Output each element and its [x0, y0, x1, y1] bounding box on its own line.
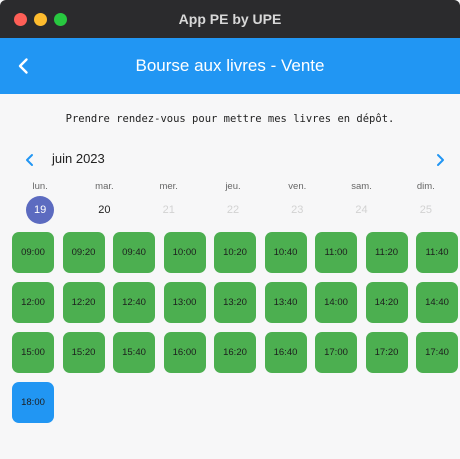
weekday-label: mar.: [95, 181, 114, 192]
day-number: 20: [98, 204, 111, 216]
day-number: 22: [226, 204, 240, 216]
day-cell[interactable]: 20: [72, 196, 136, 224]
chevron-right-icon: [437, 154, 444, 166]
time-slot-button[interactable]: 16:20: [214, 332, 256, 373]
day-cell: 25: [394, 196, 458, 224]
day-number: 24: [355, 204, 368, 216]
day-cell[interactable]: 19: [8, 196, 72, 224]
time-slot-button[interactable]: 09:20: [62, 232, 105, 273]
time-slot-button[interactable]: 13:00: [163, 282, 206, 323]
app-window: App PE by UPE Bourse aux livres - Vente …: [0, 0, 460, 459]
time-slot-button[interactable]: 14:20: [365, 282, 408, 323]
month-navigator: juin 2023: [0, 148, 460, 170]
time-slot-button[interactable]: 09:00: [12, 232, 54, 273]
chevron-left-icon: [26, 154, 33, 166]
time-slot-button[interactable]: 17:40: [416, 332, 458, 373]
time-slot-button[interactable]: 11:00: [315, 232, 357, 273]
day-cell: 24: [329, 196, 393, 224]
time-slot-button[interactable]: 14:00: [315, 282, 357, 323]
day-cell: 23: [265, 196, 329, 224]
time-slot-button[interactable]: 12:00: [12, 282, 54, 323]
selected-day: 19: [26, 196, 55, 224]
window-title: App PE by UPE: [178, 11, 282, 27]
day-row: 19 20 21 22 23 24 25: [8, 196, 458, 224]
page-title: Bourse aux livres - Vente: [135, 56, 325, 75]
window-titlebar: App PE by UPE: [0, 0, 460, 38]
time-slot-button[interactable]: 15:00: [12, 332, 54, 373]
time-slot-button[interactable]: 15:40: [113, 332, 155, 373]
time-slot-button[interactable]: 09:40: [113, 232, 155, 273]
weekday-header: lun. mar. mer. jeu. ven. sam. dim.: [8, 181, 458, 192]
time-slot-button[interactable]: 16:40: [264, 332, 307, 373]
time-slot-button[interactable]: 13:20: [214, 282, 256, 323]
day-number: 25: [419, 204, 432, 216]
weekday-label: dim.: [416, 181, 435, 192]
time-slot-button[interactable]: 10:00: [163, 232, 206, 273]
time-slot-button[interactable]: 17:00: [315, 332, 357, 373]
weekday-label: ven.: [288, 181, 307, 192]
time-slot-grid: 09:00 09:20 09:40 10:00 10:20 10:40 11:00 11:20…: [12, 232, 460, 423]
day-cell: 22: [201, 196, 265, 224]
day-number: 21: [162, 204, 175, 216]
time-slot-button[interactable]: 10:40: [264, 232, 307, 273]
time-slot-button[interactable]: 10:20: [214, 232, 256, 273]
time-slot-button[interactable]: 11:20: [365, 232, 408, 273]
instruction-text: Prendre rendez-vous pour mettre mes livr…: [65, 113, 395, 125]
time-slot-button[interactable]: 12:20: [62, 282, 105, 323]
weekday-label: sam.: [351, 181, 372, 192]
weekday-label: lun.: [32, 181, 48, 192]
time-slot-button[interactable]: 18:00: [12, 382, 54, 423]
time-slot-button[interactable]: 14:40: [416, 282, 458, 323]
time-slot-button[interactable]: 16:00: [163, 332, 206, 373]
next-month-button[interactable]: [430, 150, 446, 168]
time-slot-button[interactable]: 11:40: [416, 232, 458, 273]
time-slot-button[interactable]: 13:40: [264, 282, 307, 323]
weekday-label: jeu.: [225, 181, 241, 192]
previous-month-button[interactable]: [24, 150, 40, 168]
time-slot-button[interactable]: 17:20: [365, 332, 408, 373]
weekday-label: mer.: [159, 181, 178, 192]
app-bar: Bourse aux livres - Vente: [0, 38, 460, 94]
time-slot-button[interactable]: 12:40: [113, 282, 155, 323]
day-number: 23: [291, 204, 304, 216]
month-label: juin 2023: [52, 151, 105, 166]
time-slot-button[interactable]: 15:20: [62, 332, 105, 373]
day-cell: 21: [137, 196, 201, 224]
